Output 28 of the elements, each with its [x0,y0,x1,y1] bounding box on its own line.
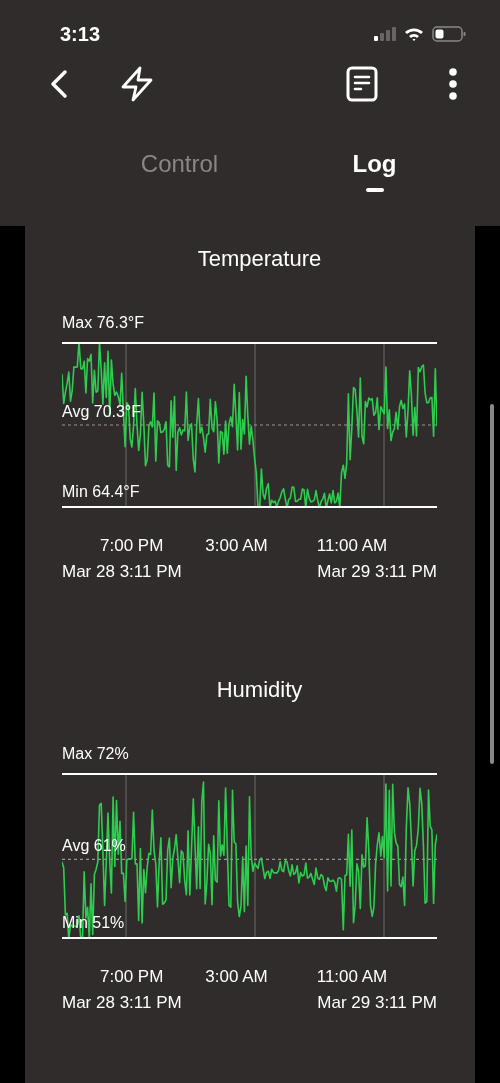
status-time: 3:13 [60,22,101,46]
lightning-icon[interactable] [120,66,154,102]
max-label: Max 72% [62,745,130,764]
tab-indicator [365,188,384,192]
time-label: 3:00 AM [205,536,268,556]
time-label: 3:00 AM [205,967,268,987]
document-icon[interactable] [346,66,378,102]
tab[interactable]: Log [352,150,397,178]
time-label: 7:00 PM [100,967,164,987]
back-icon[interactable] [50,69,68,99]
start-date: Mar 28 3:11 PM [62,562,182,582]
battery-icon [432,26,466,42]
chart-title: Temperature [196,246,323,272]
time-label: 11:00 AM [316,967,388,987]
wifi-icon [404,27,424,41]
end-date: Mar 29 3:11 PM [317,993,437,1013]
time-label: 11:00 AM [316,536,388,556]
end-date: Mar 29 3:11 PM [317,562,437,582]
tab[interactable]: Control [140,150,219,178]
scrollbar[interactable] [490,404,494,764]
min-label: Min 64.4°F [62,483,140,501]
average-label: Avg 61% [62,837,126,856]
time-label: 7:00 PM [100,536,164,556]
start-date: Mar 28 3:11 PM [62,993,182,1013]
max-label: Max 76.3°F [62,314,145,333]
chart-title: Humidity [215,677,304,703]
signal-icon [374,27,396,41]
more-icon[interactable] [448,67,458,101]
